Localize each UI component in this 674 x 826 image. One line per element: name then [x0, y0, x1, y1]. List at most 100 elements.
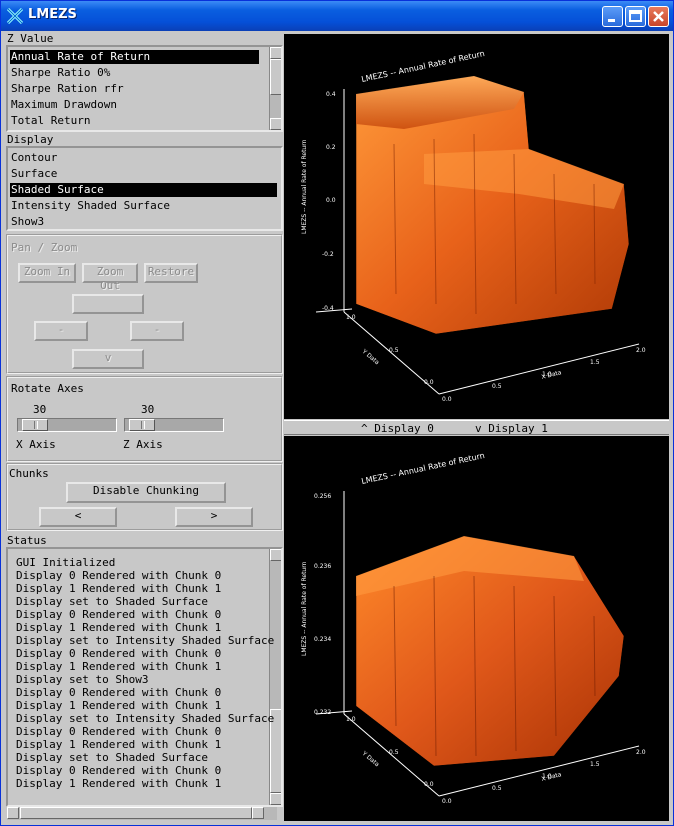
status-line: Display 0 Rendered with Chunk 0 [16, 725, 222, 738]
x-axis-label: X Axis [16, 438, 56, 451]
status-line: Display set to Shaded Surface [16, 595, 209, 608]
display-0-toggle[interactable]: ^ Display 0 [361, 422, 434, 435]
display-1-plot[interactable]: LMEZS -- Annual Rate of Return LMEZS -- … [284, 436, 669, 821]
plot-1-title: LMEZS -- Annual Rate of Return [361, 451, 486, 486]
disable-chunking-button[interactable]: Disable Chunking [66, 482, 226, 503]
next-chunk-button[interactable]: > [175, 507, 253, 527]
x-tick: 2.0 [636, 749, 646, 756]
surface-plot-0: LMEZS -- Annual Rate of Return LMEZS -- … [301, 49, 646, 403]
x-tick: 1.5 [590, 359, 600, 366]
display-list[interactable]: Contour Surface Shaded Surface Intensity… [6, 146, 283, 231]
zvalue-label: Z Value [7, 32, 54, 45]
scroll-thumb[interactable] [20, 807, 252, 819]
rotate-label: Rotate Axes [11, 382, 84, 395]
y-tick: 0.0 [424, 781, 434, 788]
pan-down-button[interactable]: v [72, 349, 144, 369]
display-item[interactable]: Intensity Shaded Surface [10, 199, 170, 213]
maximize-button[interactable] [625, 6, 646, 27]
panzoom-frame: Pan / Zoom Zoom In Zoom Out Restore - - … [6, 234, 283, 374]
status-line: Display 1 Rendered with Chunk 1 [16, 660, 222, 673]
zvalue-item[interactable]: Total Return [10, 114, 90, 128]
zvalue-item[interactable]: Sharpe Ration rfr [10, 82, 124, 96]
z-tick: 0.256 [314, 493, 331, 500]
z-tick: 0.0 [326, 197, 336, 204]
minimize-button[interactable] [602, 6, 623, 27]
pan-right-button[interactable]: - [130, 321, 184, 341]
zvalue-item[interactable]: Sharpe Ratio 0% [10, 66, 110, 80]
x-tick: 0.5 [492, 785, 502, 792]
status-hscrollbar[interactable] [7, 807, 277, 820]
status-line: Display 1 Rendered with Chunk 1 [16, 738, 222, 751]
panzoom-label: Pan / Zoom [11, 241, 78, 254]
scroll-down-icon[interactable] [270, 118, 281, 130]
status-line: Display set to Show3 [16, 673, 149, 686]
zoom-out-button[interactable]: Zoom Out [82, 263, 138, 292]
x-tick: 0.5 [492, 383, 502, 390]
title-bar[interactable]: LMEZS [1, 1, 673, 31]
status-line: Display set to Intensity Shaded Surface [16, 712, 275, 725]
scroll-right-icon[interactable] [252, 807, 264, 819]
scroll-up-icon[interactable] [270, 47, 281, 59]
z-tick: 0.4 [326, 91, 336, 98]
z-tick: 0.232 [314, 709, 331, 716]
status-line: Display set to Shaded Surface [16, 751, 209, 764]
status-line: Display 0 Rendered with Chunk 0 [16, 569, 222, 582]
z-tick: 0.236 [314, 563, 331, 570]
app-window: LMEZS Z Value Annual Rate of Return Shar… [0, 0, 674, 826]
z-tick: 0.2 [326, 144, 336, 151]
y-tick: 1.0 [346, 716, 356, 723]
pan-up-button[interactable] [72, 294, 144, 314]
zoom-in-button[interactable]: Zoom In [18, 263, 76, 283]
plot-0-zlabel: LMEZS -- Annual Rate of Return [301, 139, 308, 234]
display-item[interactable]: Show3 [10, 215, 44, 229]
scroll-thumb[interactable] [270, 59, 281, 95]
status-line: Display 0 Rendered with Chunk 0 [16, 647, 222, 660]
x-axis-value: 30 [33, 403, 47, 416]
status-line: Display 1 Rendered with Chunk 1 [16, 699, 222, 712]
slider-knob[interactable] [22, 419, 48, 431]
app-icon [7, 8, 23, 24]
display-0-plot[interactable]: LMEZS -- Annual Rate of Return LMEZS -- … [284, 34, 669, 419]
x-axis-slider[interactable] [17, 418, 117, 432]
display-label: Display [7, 133, 54, 146]
x-tick: 1.5 [590, 761, 600, 768]
close-button[interactable] [648, 6, 669, 27]
status-text: GUI Initialized Display 0 Rendered with C… [16, 556, 274, 790]
y-axis-label: Y Data [360, 348, 381, 367]
restore-button[interactable]: Restore [144, 263, 198, 283]
scroll-down-icon[interactable] [270, 793, 281, 805]
plot-1-zlabel: LMEZS -- Annual Rate of Return [301, 561, 308, 656]
surface-plot-1: LMEZS -- Annual Rate of Return LMEZS -- … [301, 451, 646, 805]
status-line: GUI Initialized [16, 556, 116, 569]
z-axis-slider[interactable] [124, 418, 224, 432]
display-item[interactable]: Contour [10, 151, 57, 165]
zvalue-scrollbar[interactable] [269, 47, 281, 130]
status-line: Display 1 Rendered with Chunk 1 [16, 582, 222, 595]
pan-left-button[interactable]: - [34, 321, 88, 341]
window-title: LMEZS [28, 7, 77, 22]
minimize-icon [608, 19, 615, 22]
x-tick: 1.0 [542, 773, 552, 780]
zvalue-item[interactable]: Annual Rate of Return [10, 50, 259, 64]
x-tick: 1.0 [542, 371, 552, 378]
display-item[interactable]: Surface [10, 167, 57, 181]
z-axis-label: Z Axis [123, 438, 163, 451]
slider-knob[interactable] [129, 419, 155, 431]
display-item[interactable]: Shaded Surface [10, 183, 277, 197]
maximize-icon [629, 10, 642, 22]
close-icon [653, 11, 664, 22]
zvalue-item[interactable]: Maximum Drawdown [10, 98, 117, 112]
z-tick: 0.234 [314, 636, 331, 643]
z-axis-value: 30 [141, 403, 155, 416]
display-switch-bar: ^ Display 0 v Display 1 [284, 420, 669, 435]
x-tick: 0.0 [442, 396, 452, 403]
prev-chunk-button[interactable]: < [39, 507, 117, 527]
scroll-left-icon[interactable] [7, 807, 19, 819]
x-tick: 2.0 [636, 347, 646, 354]
display-1-toggle[interactable]: v Display 1 [475, 422, 548, 435]
zvalue-list[interactable]: Annual Rate of Return Sharpe Ratio 0% Sh… [6, 45, 283, 132]
chunks-frame: Chunks Disable Chunking < > [6, 463, 283, 531]
status-line: Display 0 Rendered with Chunk 0 [16, 608, 222, 621]
status-line: Display 0 Rendered with Chunk 0 [16, 686, 222, 699]
y-tick: 0.0 [424, 379, 434, 386]
